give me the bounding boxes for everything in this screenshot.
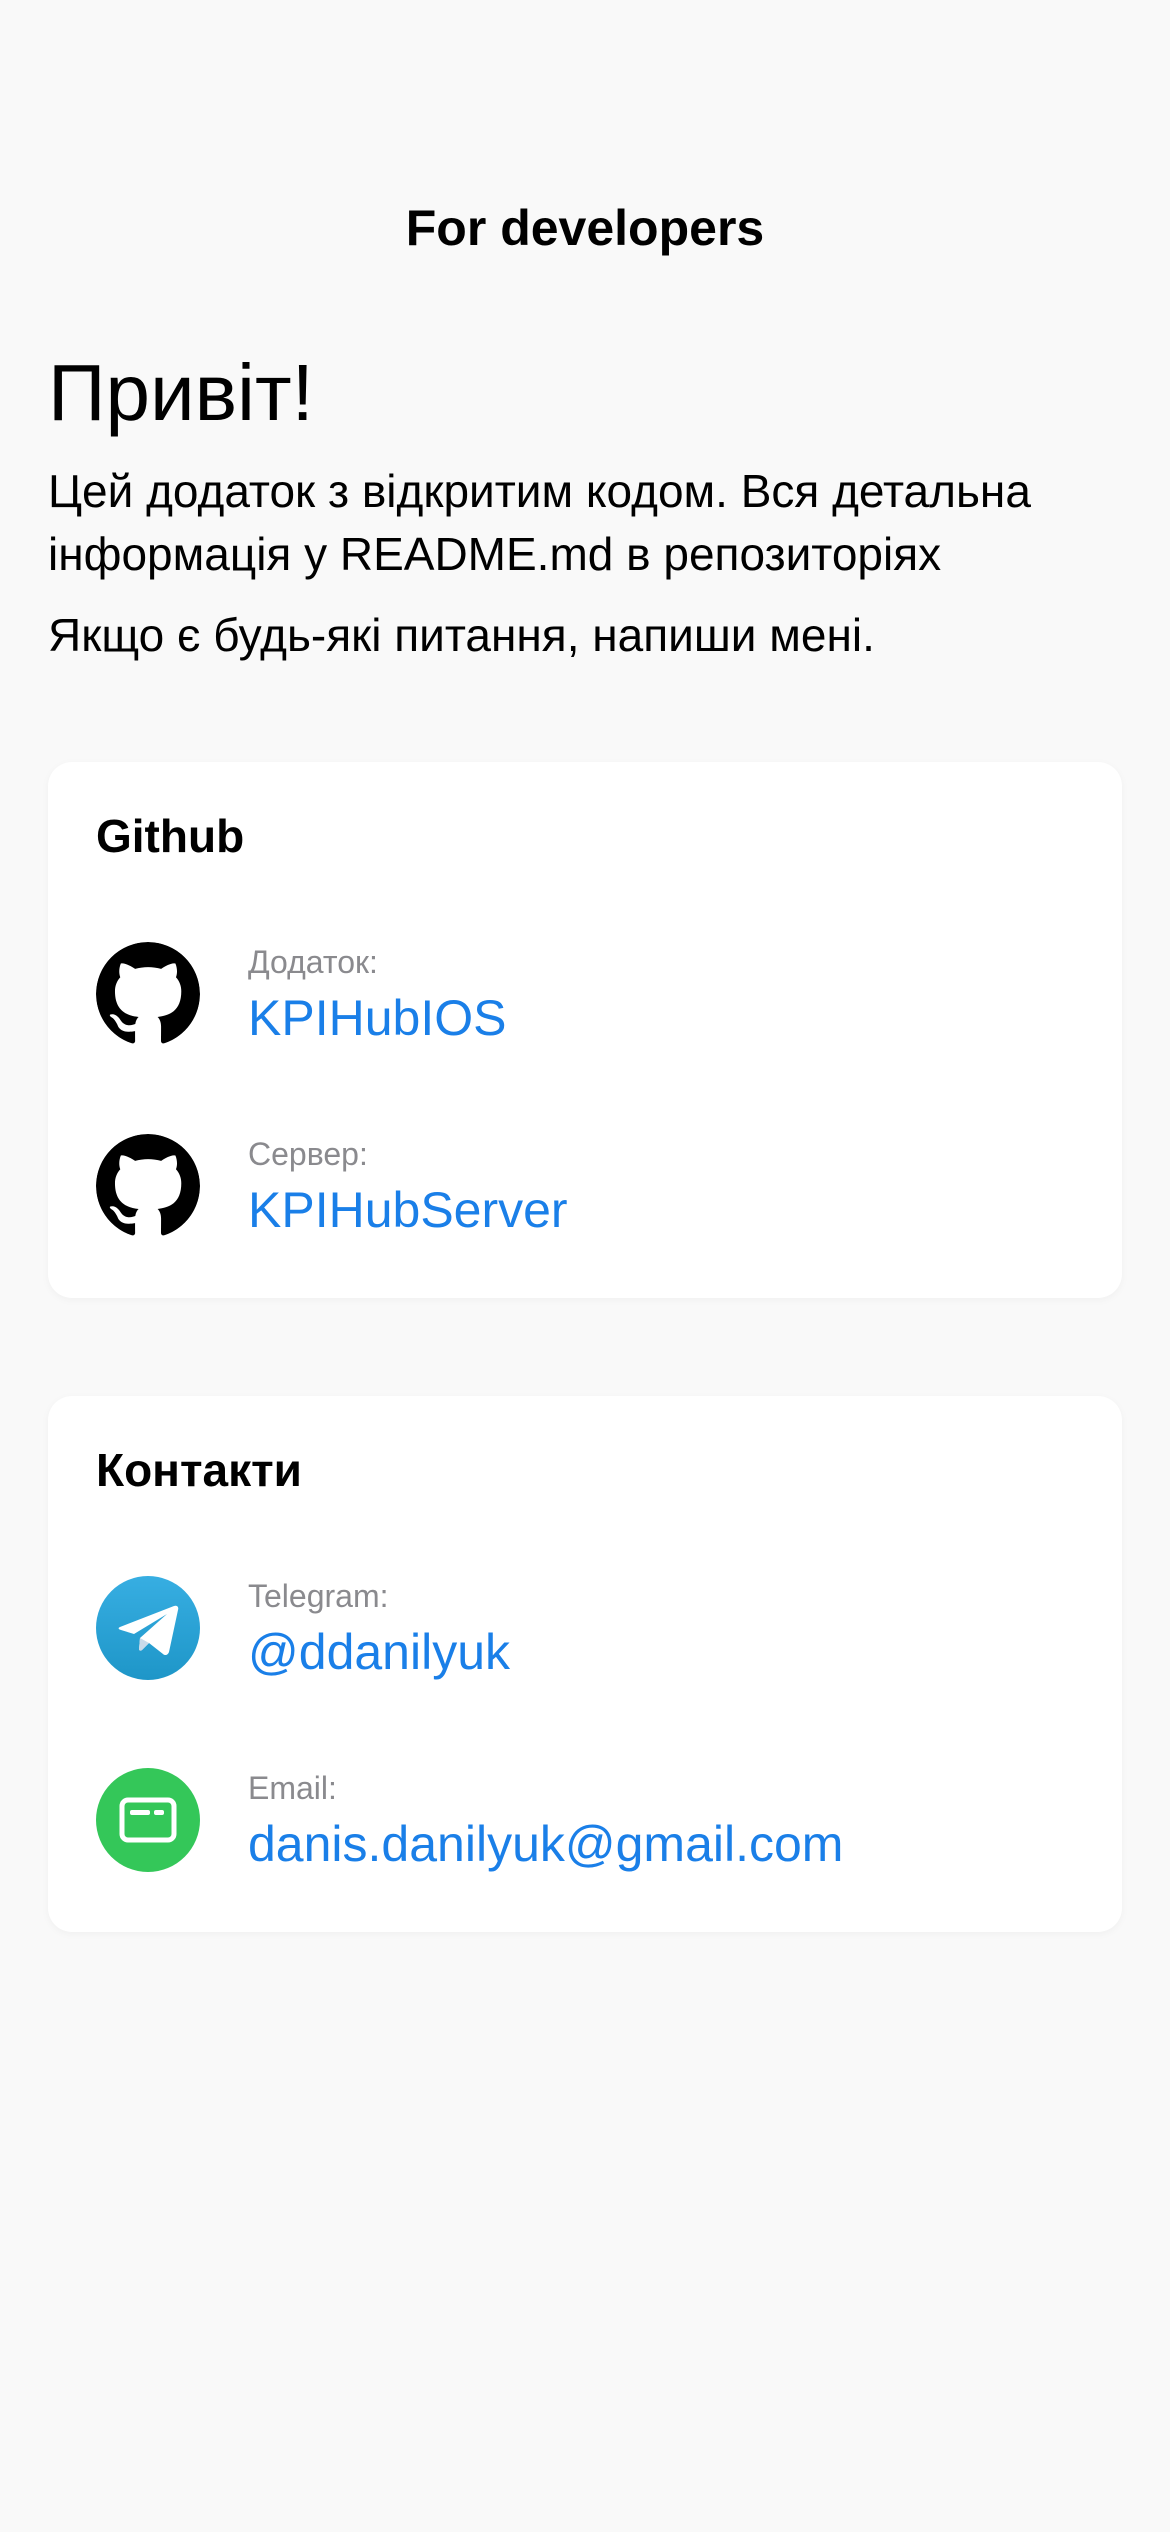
telegram-link[interactable]: @ddanilyuk <box>248 1622 510 1682</box>
contacts-card-title: Контакти <box>96 1444 302 1496</box>
github-card-title: Github <box>96 810 245 862</box>
github-icon <box>96 1134 200 1238</box>
email-link[interactable]: danis.danilyuk@gmail.com <box>248 1814 843 1874</box>
github-app-row[interactable]: Додаток: KPIHubIOS <box>96 942 1076 1046</box>
github-server-label: Сервер: <box>248 1136 368 1172</box>
email-icon <box>96 1768 200 1872</box>
intro-description: Цей додаток з відкритим кодом. Вся детал… <box>48 465 1031 580</box>
for-developers-screen: For developers Привіт! Цей додаток з від… <box>0 0 1170 2532</box>
email-label: Email: <box>248 1770 337 1806</box>
greeting-heading: Привіт! <box>48 348 314 437</box>
github-server-link[interactable]: KPIHubServer <box>248 1180 568 1240</box>
github-server-row[interactable]: Сервер: KPIHubServer <box>96 1134 1076 1238</box>
contacts-card: Контакти Telegram: @ddanilyuk Email: dan <box>48 1396 1122 1932</box>
github-app-link[interactable]: KPIHubIOS <box>248 988 506 1048</box>
email-row[interactable]: Email: danis.danilyuk@gmail.com <box>96 1768 1076 1872</box>
telegram-label: Telegram: <box>248 1578 389 1614</box>
github-card: Github Додаток: KPIHubIOS Сервер: KPIHub… <box>48 762 1122 1298</box>
github-app-label: Додаток: <box>248 944 378 980</box>
contact-note: Якщо є будь-які питання, напиши мені. <box>48 609 875 661</box>
page-title: For developers <box>405 200 765 256</box>
telegram-icon <box>96 1576 200 1680</box>
telegram-row[interactable]: Telegram: @ddanilyuk <box>96 1576 1076 1680</box>
github-icon <box>96 942 200 1046</box>
